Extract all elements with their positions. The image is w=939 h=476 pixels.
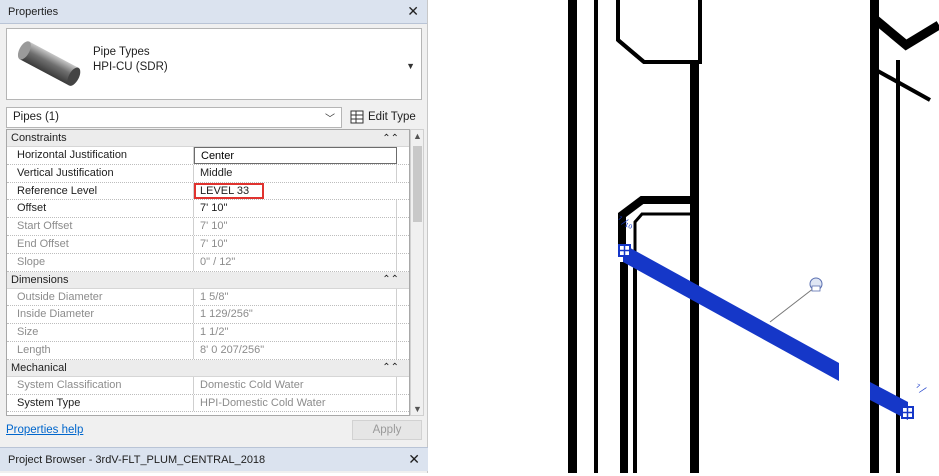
vertical-pipe-left-inner	[594, 0, 598, 473]
section-mechanical[interactable]: Mechanical ⌃⌃	[7, 359, 409, 377]
prop-row: Outside Diameter 1 5/8"	[7, 288, 409, 307]
prop-name: Size	[7, 324, 194, 341]
dropdown-arrow-icon[interactable]: ▼	[406, 61, 415, 71]
prop-value: 0" / 12"	[194, 253, 397, 271]
prop-row: System Type HPI-Domestic Cold Water	[7, 394, 409, 413]
prop-row: Size 1 1/2"	[7, 324, 409, 342]
prop-name: Inside Diameter	[7, 306, 194, 324]
prop-row: End Offset 7' 10"	[7, 235, 409, 254]
prop-name: Horizontal Justification	[7, 147, 194, 164]
prop-name: Slope	[7, 253, 194, 271]
properties-title: Properties	[8, 5, 59, 18]
prop-row[interactable]: Horizontal Justification Center	[7, 147, 409, 165]
section-constraints[interactable]: Constraints ⌃⌃	[7, 130, 409, 147]
properties-palette: Properties ✕ Pipe Types HPI-CU (SDR) ▼ P…	[0, 0, 428, 473]
project-browser-titlebar: Project Browser - 3rdV-FLT_PLUM_CENTRAL_…	[0, 447, 428, 471]
apply-button[interactable]: Apply	[352, 420, 422, 440]
prop-name: Vertical Justification	[7, 164, 194, 182]
chevron-down-icon: ﹀	[325, 113, 335, 125]
close-icon[interactable]: ✕	[407, 3, 419, 20]
collapse-icon[interactable]: ⌃⌃	[382, 133, 399, 144]
properties-help-link[interactable]: Properties help	[6, 424, 83, 436]
prop-value: 7' 10"	[194, 235, 397, 253]
tag-handle-icon[interactable]	[809, 277, 823, 292]
edit-type-icon	[350, 110, 364, 124]
prop-row: Slope 0" / 12"	[7, 253, 409, 272]
prop-value: 7' 10"	[194, 218, 397, 235]
prop-row: Inside Diameter 1 129/256"	[7, 306, 409, 325]
vertical-pipe-left	[568, 0, 577, 473]
prop-value: 1 5/8"	[194, 288, 397, 306]
section-dimensions[interactable]: Dimensions ⌃⌃	[7, 271, 409, 289]
prop-value[interactable]: Middle	[194, 164, 397, 182]
scroll-up-icon[interactable]: ▲	[413, 131, 422, 141]
drawing-view[interactable]: ⁷ ⁄₁₀ ⁷ ⁄	[430, 0, 939, 473]
close-icon[interactable]: ✕	[408, 451, 420, 468]
prop-name: Outside Diameter	[7, 288, 194, 306]
pipe-thumbnail-icon	[15, 34, 85, 94]
edit-type-label: Edit Type	[368, 111, 416, 123]
prop-row: System Classification Domestic Cold Wate…	[7, 376, 409, 395]
prop-value: 1 129/256"	[194, 306, 397, 324]
prop-row[interactable]: Reference Level LEVEL 33	[7, 182, 409, 201]
prop-name: Offset	[7, 200, 194, 218]
drawing-canvas[interactable]: ⁷ ⁄₁₀ ⁷ ⁄	[430, 0, 939, 473]
prop-value: Domestic Cold Water	[194, 376, 397, 394]
type-family-label: Pipe Types	[93, 46, 150, 58]
prop-value[interactable]: 7' 10"	[194, 200, 397, 218]
properties-grid: Constraints ⌃⌃ Horizontal Justification C…	[6, 129, 410, 416]
prop-name: Length	[7, 341, 194, 359]
type-selector[interactable]: Pipe Types HPI-CU (SDR) ▼	[6, 28, 422, 100]
instance-filter-value: Pipes (1)	[13, 111, 60, 123]
prop-value: 8' 0 207/256"	[194, 341, 397, 359]
prop-name: Start Offset	[7, 218, 194, 235]
prop-value-input[interactable]: Center	[194, 147, 397, 164]
properties-titlebar: Properties ✕	[0, 0, 427, 24]
prop-value: 1 1/2"	[194, 324, 397, 341]
prop-name: System Type	[7, 394, 194, 412]
properties-scrollbar[interactable]: ▲ ▼	[410, 129, 424, 416]
prop-value: HPI-Domestic Cold Water	[194, 394, 397, 412]
prop-name: End Offset	[7, 235, 194, 253]
instance-filter-dropdown[interactable]: Pipes (1) ﹀	[6, 106, 342, 128]
scroll-down-icon[interactable]: ▼	[413, 404, 422, 414]
type-name-label: HPI-CU (SDR)	[93, 61, 168, 73]
prop-row[interactable]: Offset 7' 10"	[7, 200, 409, 219]
reference-level-value[interactable]: LEVEL 33	[194, 182, 264, 200]
prop-row[interactable]: Vertical Justification Middle	[7, 164, 409, 183]
vertical-pipe-middle	[690, 60, 699, 473]
prop-row: Start Offset 7' 10"	[7, 218, 409, 236]
collapse-icon[interactable]: ⌃⌃	[382, 362, 399, 373]
scrollbar-thumb[interactable]	[413, 146, 422, 222]
edit-type-button[interactable]: Edit Type	[350, 110, 416, 124]
prop-name: Reference Level	[7, 182, 194, 200]
collapse-icon[interactable]: ⌃⌃	[382, 274, 399, 285]
prop-name: System Classification	[7, 376, 194, 394]
project-browser-title: Project Browser - 3rdV-FLT_PLUM_CENTRAL_…	[8, 453, 266, 466]
prop-row: Length 8' 0 207/256"	[7, 341, 409, 360]
